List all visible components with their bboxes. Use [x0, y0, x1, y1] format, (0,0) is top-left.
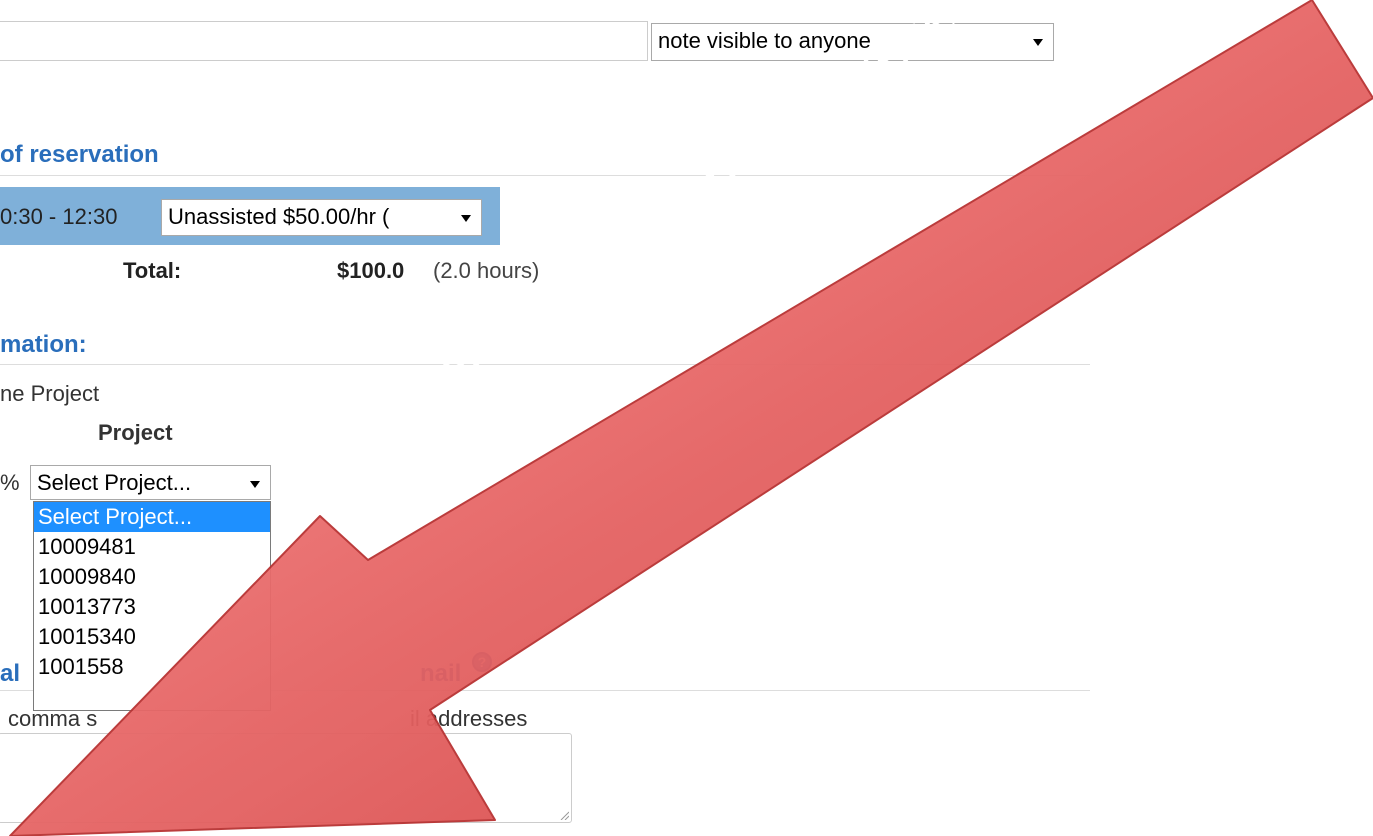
- reservation-heading: of reservation: [0, 141, 159, 168]
- reservation-divider: [0, 175, 1090, 176]
- project-option[interactable]: 1001558: [34, 652, 270, 682]
- dropdown-arrow-icon: [250, 481, 260, 488]
- email-textarea[interactable]: [0, 733, 572, 823]
- project-option[interactable]: Select Project...: [34, 502, 270, 532]
- dropdown-arrow-icon: [461, 215, 471, 222]
- note-input[interactable]: [0, 21, 648, 61]
- resize-grip-icon[interactable]: [559, 810, 569, 820]
- project-dropdown-list[interactable]: Select Project... 10009481 10009840 1001377…: [33, 501, 271, 711]
- billing-mode-text: ne Project: [0, 381, 100, 406]
- email-heading-right: nail: [420, 660, 462, 687]
- project-option[interactable]: 10009840: [34, 562, 270, 592]
- help-icon[interactable]: ?: [472, 652, 492, 672]
- email-instructions-right: il addresses: [410, 706, 528, 731]
- time-range: 0:30 - 12:30: [0, 204, 118, 229]
- project-select[interactable]: Select Project...: [30, 465, 271, 500]
- project-select-value: Select Project...: [37, 470, 192, 495]
- reservation-form-page: note visible to anyone of reservation 0:…: [0, 0, 1373, 836]
- total-hours: (2.0 hours): [433, 258, 540, 283]
- project-option[interactable]: 10015340: [34, 622, 270, 652]
- total-amount: $100.0: [337, 258, 405, 283]
- rate-select[interactable]: Unassisted $50.00/hr (: [161, 199, 482, 236]
- email-heading-left: al: [0, 660, 21, 687]
- billing-heading: mation:: [0, 331, 87, 358]
- project-option[interactable]: 10013773: [34, 592, 270, 622]
- dropdown-arrow-icon: [1033, 39, 1043, 46]
- rate-select-value: Unassisted $50.00/hr (: [168, 204, 390, 229]
- percent-label: %: [0, 470, 20, 495]
- billing-divider: [0, 364, 1090, 365]
- note-visibility-value: note visible to anyone: [658, 28, 871, 53]
- project-option[interactable]: 10009481: [34, 532, 270, 562]
- project-column-header: Project: [98, 420, 173, 445]
- total-label: Total:: [123, 258, 182, 283]
